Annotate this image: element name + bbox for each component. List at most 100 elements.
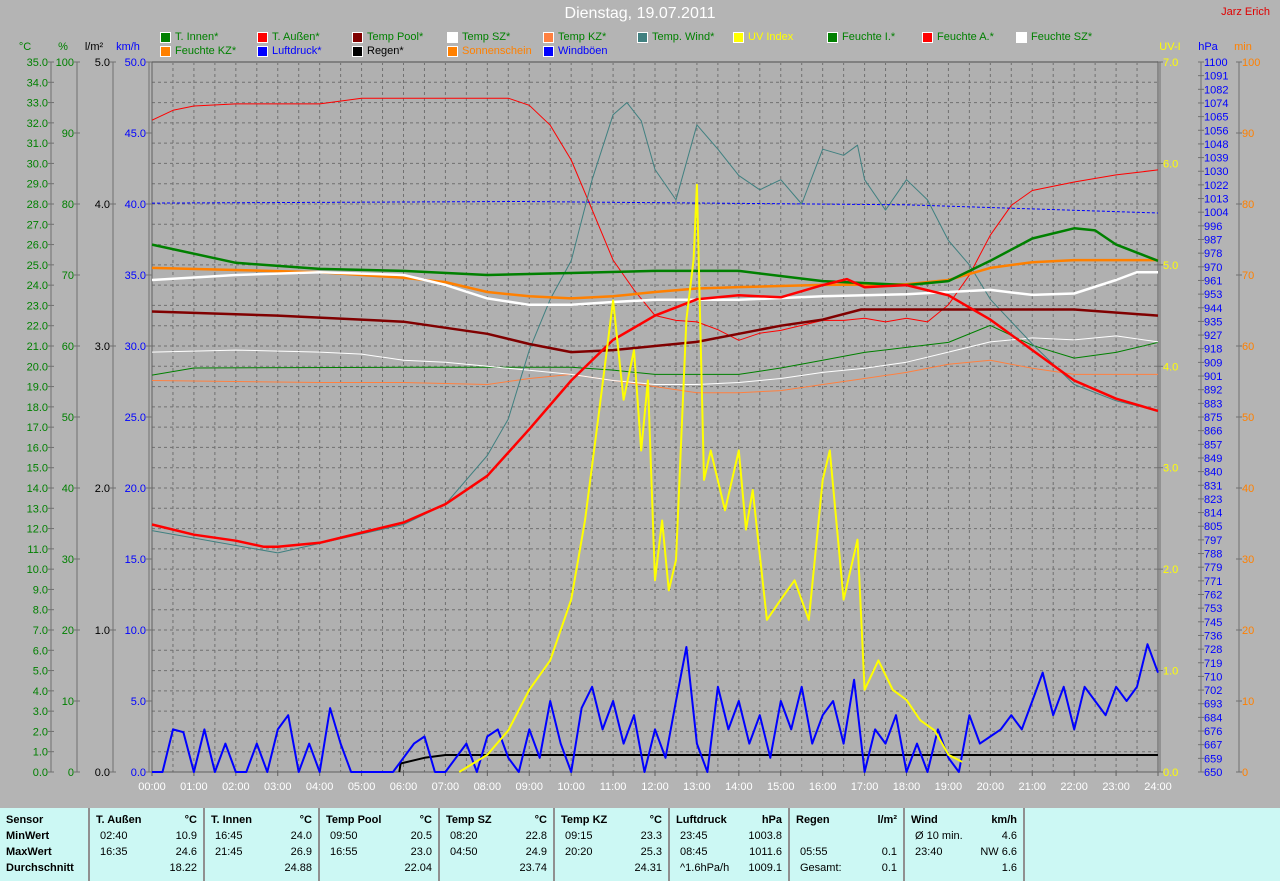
stats-row: 09:15 23.3	[561, 830, 662, 846]
stats-cell: hPa	[761, 814, 782, 826]
stats-cell	[96, 862, 100, 878]
tick-label-hpa: 961	[1204, 275, 1222, 287]
tick-label-C: 19.0	[27, 382, 48, 394]
tick-label-kmh: 5.0	[131, 696, 146, 708]
tick-label-rain: 1.0	[95, 625, 110, 637]
tick-label-min: 100	[1242, 57, 1260, 69]
x-tick-label: 07:00	[432, 781, 460, 793]
tick-label-hpa: 1039	[1204, 153, 1228, 165]
stats-row: 18.22	[96, 862, 197, 878]
tick-label-hpa: 831	[1204, 480, 1222, 492]
stats-row: MaxWert	[6, 846, 82, 862]
tick-label-hpa: 1091	[1204, 71, 1228, 83]
tick-label-hpa: 944	[1204, 303, 1222, 315]
stats-cell: 22.8	[525, 830, 547, 842]
tick-label-hpa: 736	[1204, 630, 1222, 642]
tick-label-hpa: 659	[1204, 753, 1222, 765]
x-tick-label: 02:00	[222, 781, 250, 793]
x-tick-label: 17:00	[851, 781, 879, 793]
stats-cell: 08:45	[680, 846, 708, 858]
tick-label-C: 9.0	[33, 584, 48, 596]
tick-label-C: 21.0	[27, 341, 48, 353]
tick-label-min: 90	[1242, 128, 1254, 140]
tick-label-C: 16.0	[27, 442, 48, 454]
x-tick-label: 24:00	[1144, 781, 1172, 793]
tick-label-hpa: 753	[1204, 603, 1222, 615]
stats-cell: Sensor	[6, 814, 44, 826]
tick-label-C: 34.0	[27, 77, 48, 89]
tick-label-hpa: 719	[1204, 658, 1222, 670]
tick-label-min: 50	[1242, 412, 1254, 424]
tick-label-C: 18.0	[27, 402, 48, 414]
stats-cell: T. Außen	[96, 814, 142, 826]
stats-cell: Gesamt:	[800, 862, 842, 874]
x-tick-label: 18:00	[893, 781, 921, 793]
tick-label-hpa: 676	[1204, 726, 1222, 738]
stats-row: 16:45 24.0	[211, 830, 312, 846]
tick-label-hpa: 710	[1204, 671, 1222, 683]
stats-cell	[211, 862, 215, 878]
tick-label-C: 31.0	[27, 138, 48, 150]
stats-column: T. Außen °C 02:40 10.9 16:35 24.6 18.22	[90, 808, 205, 881]
tick-label-pct: 20	[62, 625, 74, 637]
tick-label-min: 70	[1242, 270, 1254, 282]
x-tick-label: 05:00	[348, 781, 376, 793]
tick-label-pct: 30	[62, 554, 74, 566]
tick-label-hpa: 909	[1204, 357, 1222, 369]
weather-chart: °C 0.0 1.0 2.0 3.0 4.0 5.0 6.0 7.0 8.0 9.0 10.0 11.0…	[19, 41, 1261, 793]
tick-label-hpa: 1022	[1204, 180, 1228, 192]
stats-header: T. Innen °C	[211, 814, 312, 830]
stats-row: 08:20 22.8	[446, 830, 547, 846]
tick-label-C: 1.0	[33, 747, 48, 759]
tick-label-hpa: 771	[1204, 576, 1222, 588]
stats-header: Temp SZ °C	[446, 814, 547, 830]
stats-cell: 26.9	[290, 846, 312, 858]
tick-label-min: 10	[1242, 696, 1254, 708]
tick-label-C: 15.0	[27, 463, 48, 475]
tick-label-hpa: 996	[1204, 221, 1222, 233]
stats-row: 1.6	[911, 862, 1017, 878]
axis-label-min: min	[1234, 41, 1252, 53]
stats-cell: 18.22	[169, 862, 197, 874]
x-tick-label: 14:00	[725, 781, 753, 793]
stats-cell: NW 6.6	[980, 846, 1017, 858]
stats-cell: 23:40	[915, 846, 943, 858]
x-tick-label: 03:00	[264, 781, 292, 793]
stats-header: Wind km/h	[911, 814, 1017, 830]
tick-label-hpa: 684	[1204, 712, 1222, 724]
stats-cell: 23.0	[410, 846, 432, 858]
stats-header: T. Außen °C	[96, 814, 197, 830]
tick-label-C: 27.0	[27, 219, 48, 231]
tick-label-C: 20.0	[27, 361, 48, 373]
tick-label-pct: 90	[62, 128, 74, 140]
stats-row	[796, 830, 897, 846]
tick-label-hpa: 987	[1204, 235, 1222, 247]
tick-label-C: 2.0	[33, 726, 48, 738]
stats-cell: Ø 10 min.	[915, 830, 963, 842]
x-tick-label: 00:00	[138, 781, 166, 793]
stats-cell	[796, 830, 800, 846]
tick-label-C: 5.0	[33, 666, 48, 678]
stats-cell: Luftdruck	[676, 814, 727, 826]
x-tick-label: 22:00	[1060, 781, 1088, 793]
tick-label-hpa: 927	[1204, 330, 1222, 342]
tick-label-hpa: 1100	[1204, 57, 1228, 69]
tick-label-hpa: 857	[1204, 439, 1222, 451]
stats-cell	[326, 862, 330, 878]
tick-label-min: 80	[1242, 199, 1254, 211]
x-tick-label: 04:00	[306, 781, 334, 793]
stats-row: 05:55 0.1	[796, 846, 897, 862]
tick-label-min: 60	[1242, 341, 1254, 353]
stats-cell: 24.0	[290, 830, 312, 842]
tick-label-hpa: 745	[1204, 617, 1222, 629]
stats-cell: 0.1	[881, 862, 897, 874]
tick-label-pct: 70	[62, 270, 74, 282]
tick-label-hpa: 702	[1204, 685, 1222, 697]
stats-cell: 24.88	[284, 862, 312, 874]
tick-label-hpa: 892	[1204, 385, 1222, 397]
tick-label-uv: 0.0	[1163, 767, 1178, 779]
tick-label-hpa: 866	[1204, 426, 1222, 438]
tick-label-pct: 10	[62, 696, 74, 708]
tick-label-hpa: 849	[1204, 453, 1222, 465]
tick-label-C: 28.0	[27, 199, 48, 211]
